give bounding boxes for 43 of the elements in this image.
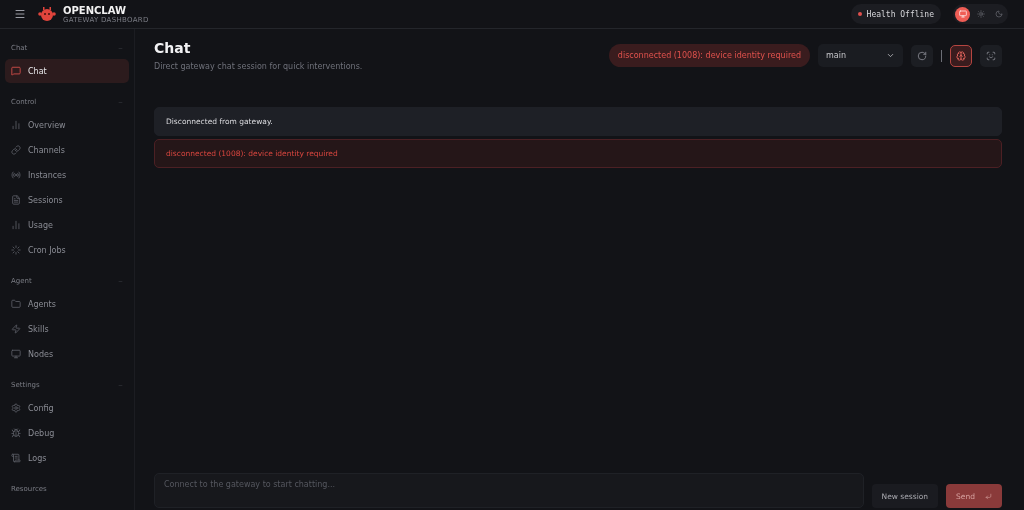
logo-icon bbox=[38, 6, 56, 22]
focus-button[interactable] bbox=[980, 44, 1002, 67]
enter-icon bbox=[985, 492, 992, 500]
brand-title: OPENCLAW bbox=[63, 4, 128, 16]
sidebar-item[interactable]: Usage bbox=[5, 213, 129, 237]
bug-icon bbox=[11, 428, 21, 438]
scroll-icon bbox=[11, 453, 21, 463]
loader-icon bbox=[11, 245, 21, 255]
health-status: Health Offline bbox=[850, 4, 941, 24]
gear-icon bbox=[11, 403, 21, 413]
page-title: Chat bbox=[154, 39, 192, 57]
zap-icon bbox=[11, 324, 21, 334]
brain-button[interactable] bbox=[950, 44, 972, 67]
file-icon bbox=[11, 195, 21, 205]
refresh-icon bbox=[917, 50, 927, 61]
sidebar-item[interactable]: Logs bbox=[5, 446, 129, 470]
link-icon bbox=[11, 145, 21, 155]
sidebar-item[interactable]: Overview bbox=[5, 113, 129, 137]
monitor-icon bbox=[11, 349, 21, 359]
sidebar-item[interactable]: Agents bbox=[5, 292, 129, 316]
radio-icon bbox=[11, 170, 21, 180]
sidebar-item[interactable]: Cron Jobs bbox=[5, 238, 129, 262]
connection-status: disconnected (1008): device identity required bbox=[608, 44, 810, 67]
page-subtitle: Direct gateway chat session for quick interventions. bbox=[154, 62, 363, 71]
sidebar-item[interactable]: Config bbox=[5, 396, 129, 420]
brain-icon bbox=[956, 50, 966, 61]
sidebar-item[interactable]: Instances bbox=[5, 163, 129, 187]
sidebar-item[interactable]: Chat bbox=[5, 59, 129, 83]
chevron-icon bbox=[886, 51, 895, 60]
sidebar-item[interactable]: Sessions bbox=[5, 188, 129, 212]
session-select[interactable]: main bbox=[818, 44, 903, 67]
sidebar-item[interactable]: Channels bbox=[5, 138, 129, 162]
message-icon bbox=[11, 66, 21, 76]
refresh-button[interactable] bbox=[911, 44, 933, 67]
bars-icon bbox=[11, 220, 21, 230]
monitor-icon[interactable] bbox=[955, 6, 970, 22]
scan-icon bbox=[986, 50, 996, 61]
sidebar-item[interactable]: Skills bbox=[5, 317, 129, 341]
sidebar-item[interactable]: Nodes bbox=[5, 342, 129, 366]
bars-icon bbox=[11, 120, 21, 130]
sidebar-item[interactable]: Debug bbox=[5, 421, 129, 445]
menu-icon[interactable] bbox=[14, 8, 26, 20]
folder-icon bbox=[11, 299, 21, 309]
